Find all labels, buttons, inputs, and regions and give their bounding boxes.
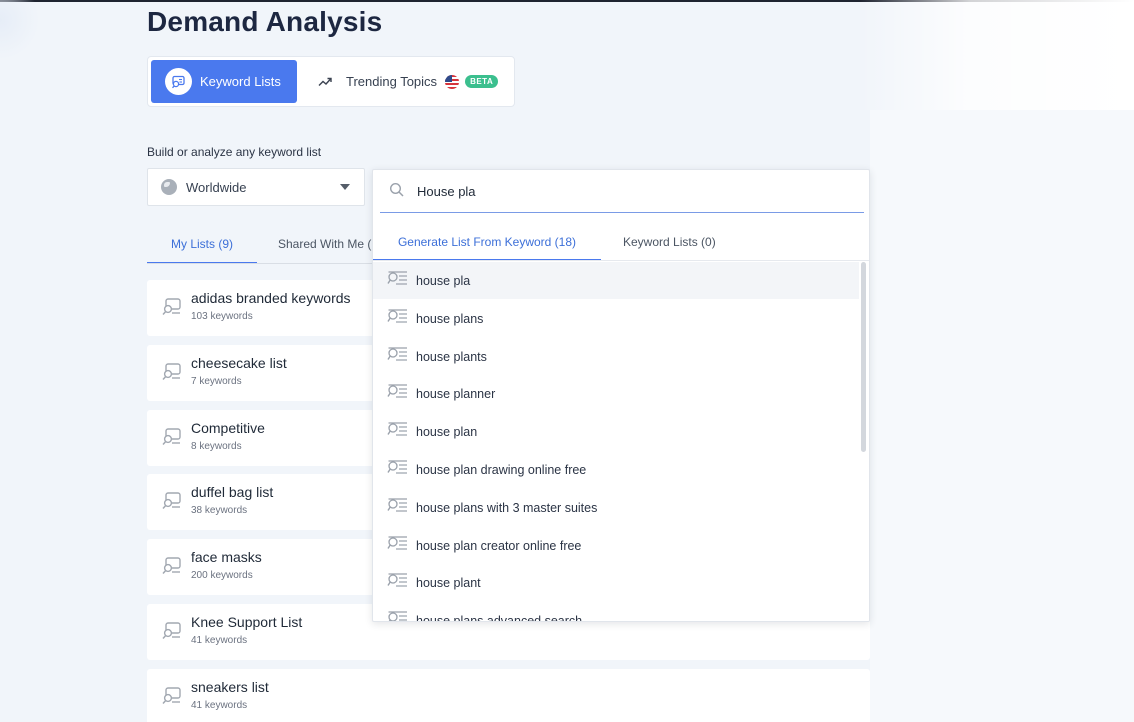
keyword-list-icon [161,621,183,646]
list-item-name: adidas branded keywords [191,290,351,306]
background-panel-right [870,110,1134,722]
tab-trending-topics[interactable]: Trending Topics BETA [308,60,513,103]
dropdown-tabs-divider [373,260,869,261]
list-item-count: 38 keywords [191,505,248,516]
background-decoration-left [0,0,40,60]
list-item-name: sneakers list [191,679,269,695]
trending-up-icon [318,77,332,86]
region-select-value: Worldwide [186,179,247,195]
list-item-count: 8 keywords [191,441,242,452]
list-item-count: 103 keywords [191,311,253,322]
chevron-down-icon [340,184,350,190]
list-item[interactable]: sneakers list 41 keywords [147,669,870,722]
search-list-icon [373,271,409,290]
suggestion-text: house plant [416,575,481,590]
background-decoration [860,0,1134,110]
suggestion-item[interactable]: house plan creator online free [373,527,859,564]
keyword-list-icon [161,427,183,452]
suggestion-text: house plans [416,311,484,326]
tab-trending-topics-label: Trending Topics [346,74,438,89]
keyword-list-icon [161,686,183,711]
suggestion-item[interactable]: house plan drawing online free [373,451,859,488]
list-item-name: duffel bag list [191,484,274,500]
suggestion-text: house plan [416,424,478,439]
page-title: Demand Analysis [147,6,383,37]
suggestion-text: house plans with 3 master suites [416,500,598,515]
keyword-list-icon [161,556,183,581]
keyword-list-icon [161,362,183,387]
build-list-label: Build or analyze any keyword list [147,145,322,159]
us-flag-icon [445,74,460,89]
suggestion-item[interactable]: house plans advanced search [373,602,859,622]
keyword-list-icon [161,491,183,516]
suggestion-item[interactable]: house plans [373,300,859,337]
search-list-icon [373,347,409,366]
suggestion-item[interactable]: house plant [373,564,859,601]
list-item-count: 7 keywords [191,376,242,387]
keyword-list-icon [161,297,183,322]
suggestion-text: house plants [416,349,487,364]
tab-my-lists[interactable]: My Lists (9) [147,228,257,264]
suggestion-item[interactable]: house plan [373,413,859,450]
scrollbar-thumb[interactable] [861,262,866,452]
search-list-icon [373,498,409,517]
beta-badge: BETA [465,75,499,88]
list-item-name: Competitive [191,420,265,436]
region-select[interactable]: Worldwide [147,168,365,206]
suggestion-item[interactable]: house plants [373,338,859,375]
keyword-search-input[interactable] [417,180,857,202]
mode-tab-group: Keyword Lists Trending Topics BETA [147,56,515,107]
search-list-icon [373,536,409,555]
suggestion-text: house plans advanced search [416,613,583,622]
suggestion-text: house plan creator online free [416,538,582,553]
list-item-count: 41 keywords [191,700,248,711]
tab-shared-with-me[interactable]: Shared With Me ( [278,228,378,264]
suggestion-item[interactable]: house plans with 3 master suites [373,489,859,526]
suggestion-item[interactable]: house pla [373,262,859,299]
tab-generate-list[interactable]: Generate List From Keyword (18) [373,226,601,261]
list-item-count: 41 keywords [191,635,248,646]
search-list-icon [373,309,409,328]
keyword-list-icon [165,68,192,95]
list-item-name: cheesecake list [191,355,287,371]
suggestion-item[interactable]: house planner [373,375,859,412]
tab-keyword-lists-results[interactable]: Keyword Lists (0) [623,226,716,261]
search-list-icon [373,460,409,479]
list-tabs-divider [147,263,373,264]
suggestion-text: house planner [416,386,496,401]
suggestion-text: house pla [416,273,471,288]
dropdown-tabs: Generate List From Keyword (18) Keyword … [373,226,869,262]
suggestion-list: house pla house plans house plants house pl… [373,262,859,622]
list-item-name: face masks [191,549,262,565]
tab-keyword-lists-label: Keyword Lists [200,74,281,89]
keyword-search-panel: Generate List From Keyword (18) Keyword … [372,169,870,622]
suggestion-text: house plan drawing online free [416,462,587,477]
search-list-icon [373,573,409,592]
list-item-count: 200 keywords [191,570,253,581]
search-list-icon [373,422,409,441]
list-item-name: Knee Support List [191,614,303,630]
tab-keyword-lists[interactable]: Keyword Lists [151,60,297,103]
search-icon [389,182,404,197]
search-list-icon [373,611,409,621]
search-input-underline [380,212,864,213]
globe-icon [161,179,177,195]
search-row [373,170,869,213]
search-list-icon [373,384,409,403]
